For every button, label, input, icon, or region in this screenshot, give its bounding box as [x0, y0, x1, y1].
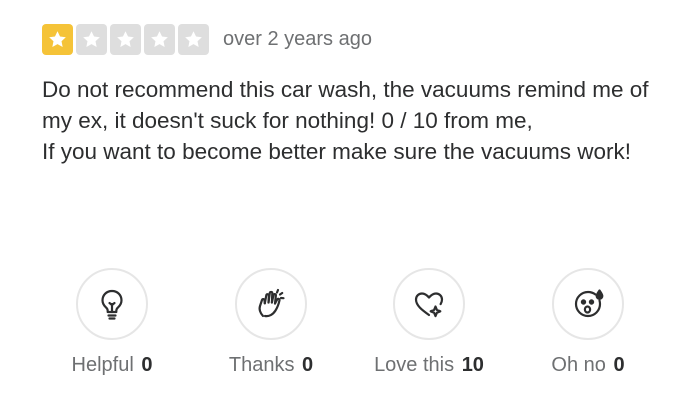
review-paragraph: Do not recommend this car wash, the vacu… [42, 77, 649, 133]
thanks-reaction[interactable]: Thanks 0 [201, 268, 341, 377]
surprised-face-icon [574, 289, 604, 318]
thanks-label: Thanks 0 [229, 354, 313, 377]
love-button[interactable] [393, 268, 465, 340]
star-icon [178, 24, 209, 55]
oh-no-label: Oh no 0 [551, 354, 624, 377]
love-count: 10 [461, 354, 484, 376]
oh-no-text: Oh no [551, 354, 606, 376]
helpful-text: Helpful [71, 354, 134, 376]
star-icon [42, 24, 73, 55]
oh-no-reaction[interactable]: Oh no 0 [518, 268, 658, 377]
thanks-count: 0 [302, 354, 314, 376]
review-date: over 2 years ago [223, 28, 372, 50]
reactions-bar: Helpful 0 Thanks 0 Love this 10 Oh no 0 [0, 268, 700, 388]
star-icon [76, 24, 107, 55]
helpful-label: Helpful 0 [72, 354, 153, 377]
helpful-reaction[interactable]: Helpful 0 [42, 268, 182, 377]
oh-no-button[interactable] [552, 268, 624, 340]
love-reaction[interactable]: Love this 10 [359, 268, 499, 377]
review-paragraph: If you want to become better make sure t… [42, 139, 632, 164]
star-rating [42, 24, 209, 55]
heart-sparkle-icon [414, 292, 444, 318]
review-text: Do not recommend this car wash, the vacu… [42, 74, 672, 167]
thanks-text: Thanks [228, 354, 295, 376]
oh-no-count: 0 [613, 354, 625, 376]
love-text: Love this [374, 354, 455, 376]
star-icon [110, 24, 141, 55]
thanks-button[interactable] [235, 268, 307, 340]
rating-row: over 2 years ago [42, 24, 372, 55]
star-icon [144, 24, 175, 55]
love-label: Love this 10 [374, 354, 484, 377]
helpful-button[interactable] [76, 268, 148, 340]
lightbulb-icon [101, 289, 123, 320]
clapping-hands-icon [258, 288, 285, 318]
helpful-count: 0 [141, 354, 153, 376]
